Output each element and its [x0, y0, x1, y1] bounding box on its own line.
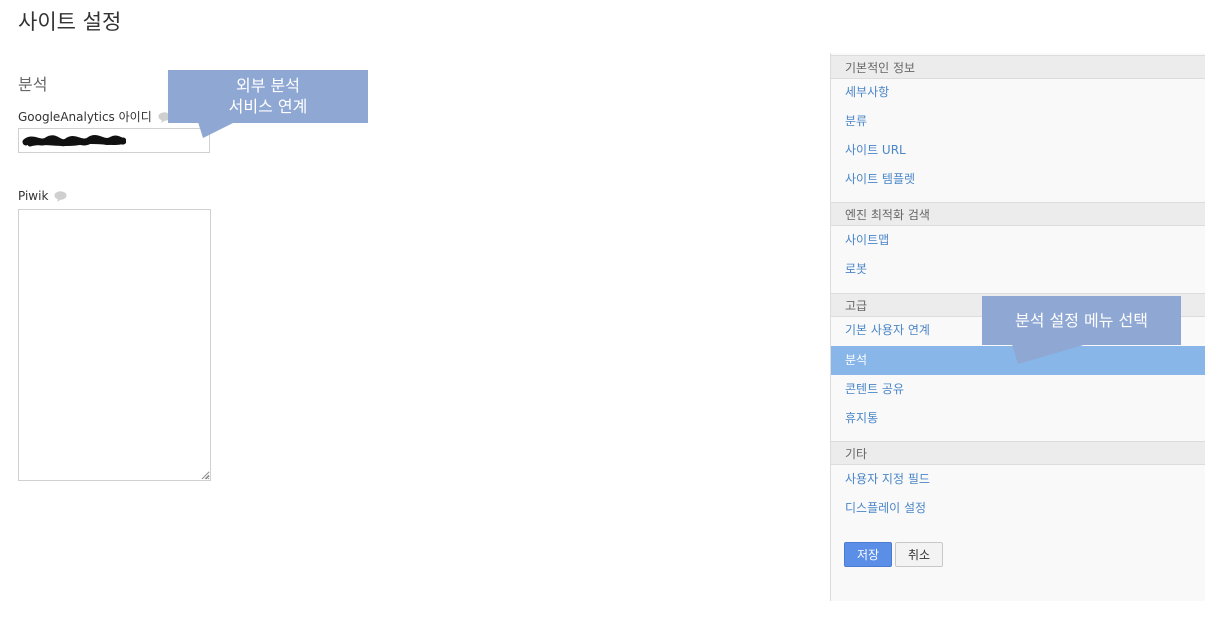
sidebar-item-recycle-bin[interactable]: 휴지통 [831, 404, 1205, 433]
sidebar-group-seo: 엔진 최적화 검색 [831, 202, 1205, 226]
page-title: 사이트 설정 [18, 10, 122, 34]
redacted-value-scribble [22, 135, 126, 147]
sidebar-item-robots[interactable]: 로봇 [831, 255, 1205, 284]
cancel-button[interactable]: 취소 [895, 542, 943, 567]
analytics-section-title: 분석 [18, 75, 48, 94]
callout-external-service: 외부 분석 서비스 연계 [168, 70, 368, 123]
help-icon[interactable] [54, 191, 67, 202]
sidebar-item-display-settings[interactable]: 디스플레이 설정 [831, 494, 1205, 523]
sidebar-group-basic: 기본적인 정보 [831, 55, 1205, 79]
ga-label: GoogleAnalytics 아이디 [18, 110, 152, 124]
piwik-label: Piwik [18, 189, 49, 203]
sidebar-group-misc: 기타 [831, 441, 1205, 465]
sidebar-item-sitemap[interactable]: 사이트맵 [831, 226, 1205, 255]
piwik-label-row: Piwik [18, 189, 67, 203]
save-button[interactable]: 저장 [844, 542, 892, 567]
sidebar-item-details[interactable]: 세부사항 [831, 78, 1205, 107]
piwik-textarea[interactable] [18, 209, 211, 481]
callout-pointer [198, 122, 235, 138]
callout-external-line2: 서비스 연계 [228, 97, 308, 116]
sidebar-item-custom-fields[interactable]: 사용자 지정 필드 [831, 465, 1205, 494]
sidebar-item-category[interactable]: 분류 [831, 107, 1205, 136]
callout-menu-select: 분석 설정 메뉴 선택 [982, 296, 1181, 345]
sidebar-item-site-url[interactable]: 사이트 URL [831, 136, 1205, 165]
sidebar-item-content-sharing[interactable]: 콘텐트 공유 [831, 375, 1205, 404]
callout-external-line1: 외부 분석 [236, 76, 300, 95]
resize-grip-icon[interactable] [200, 470, 210, 480]
ga-label-row: GoogleAnalytics 아이디 [18, 108, 171, 125]
callout-pointer [1012, 344, 1087, 364]
sidebar-item-site-template[interactable]: 사이트 템플렛 [831, 165, 1205, 194]
